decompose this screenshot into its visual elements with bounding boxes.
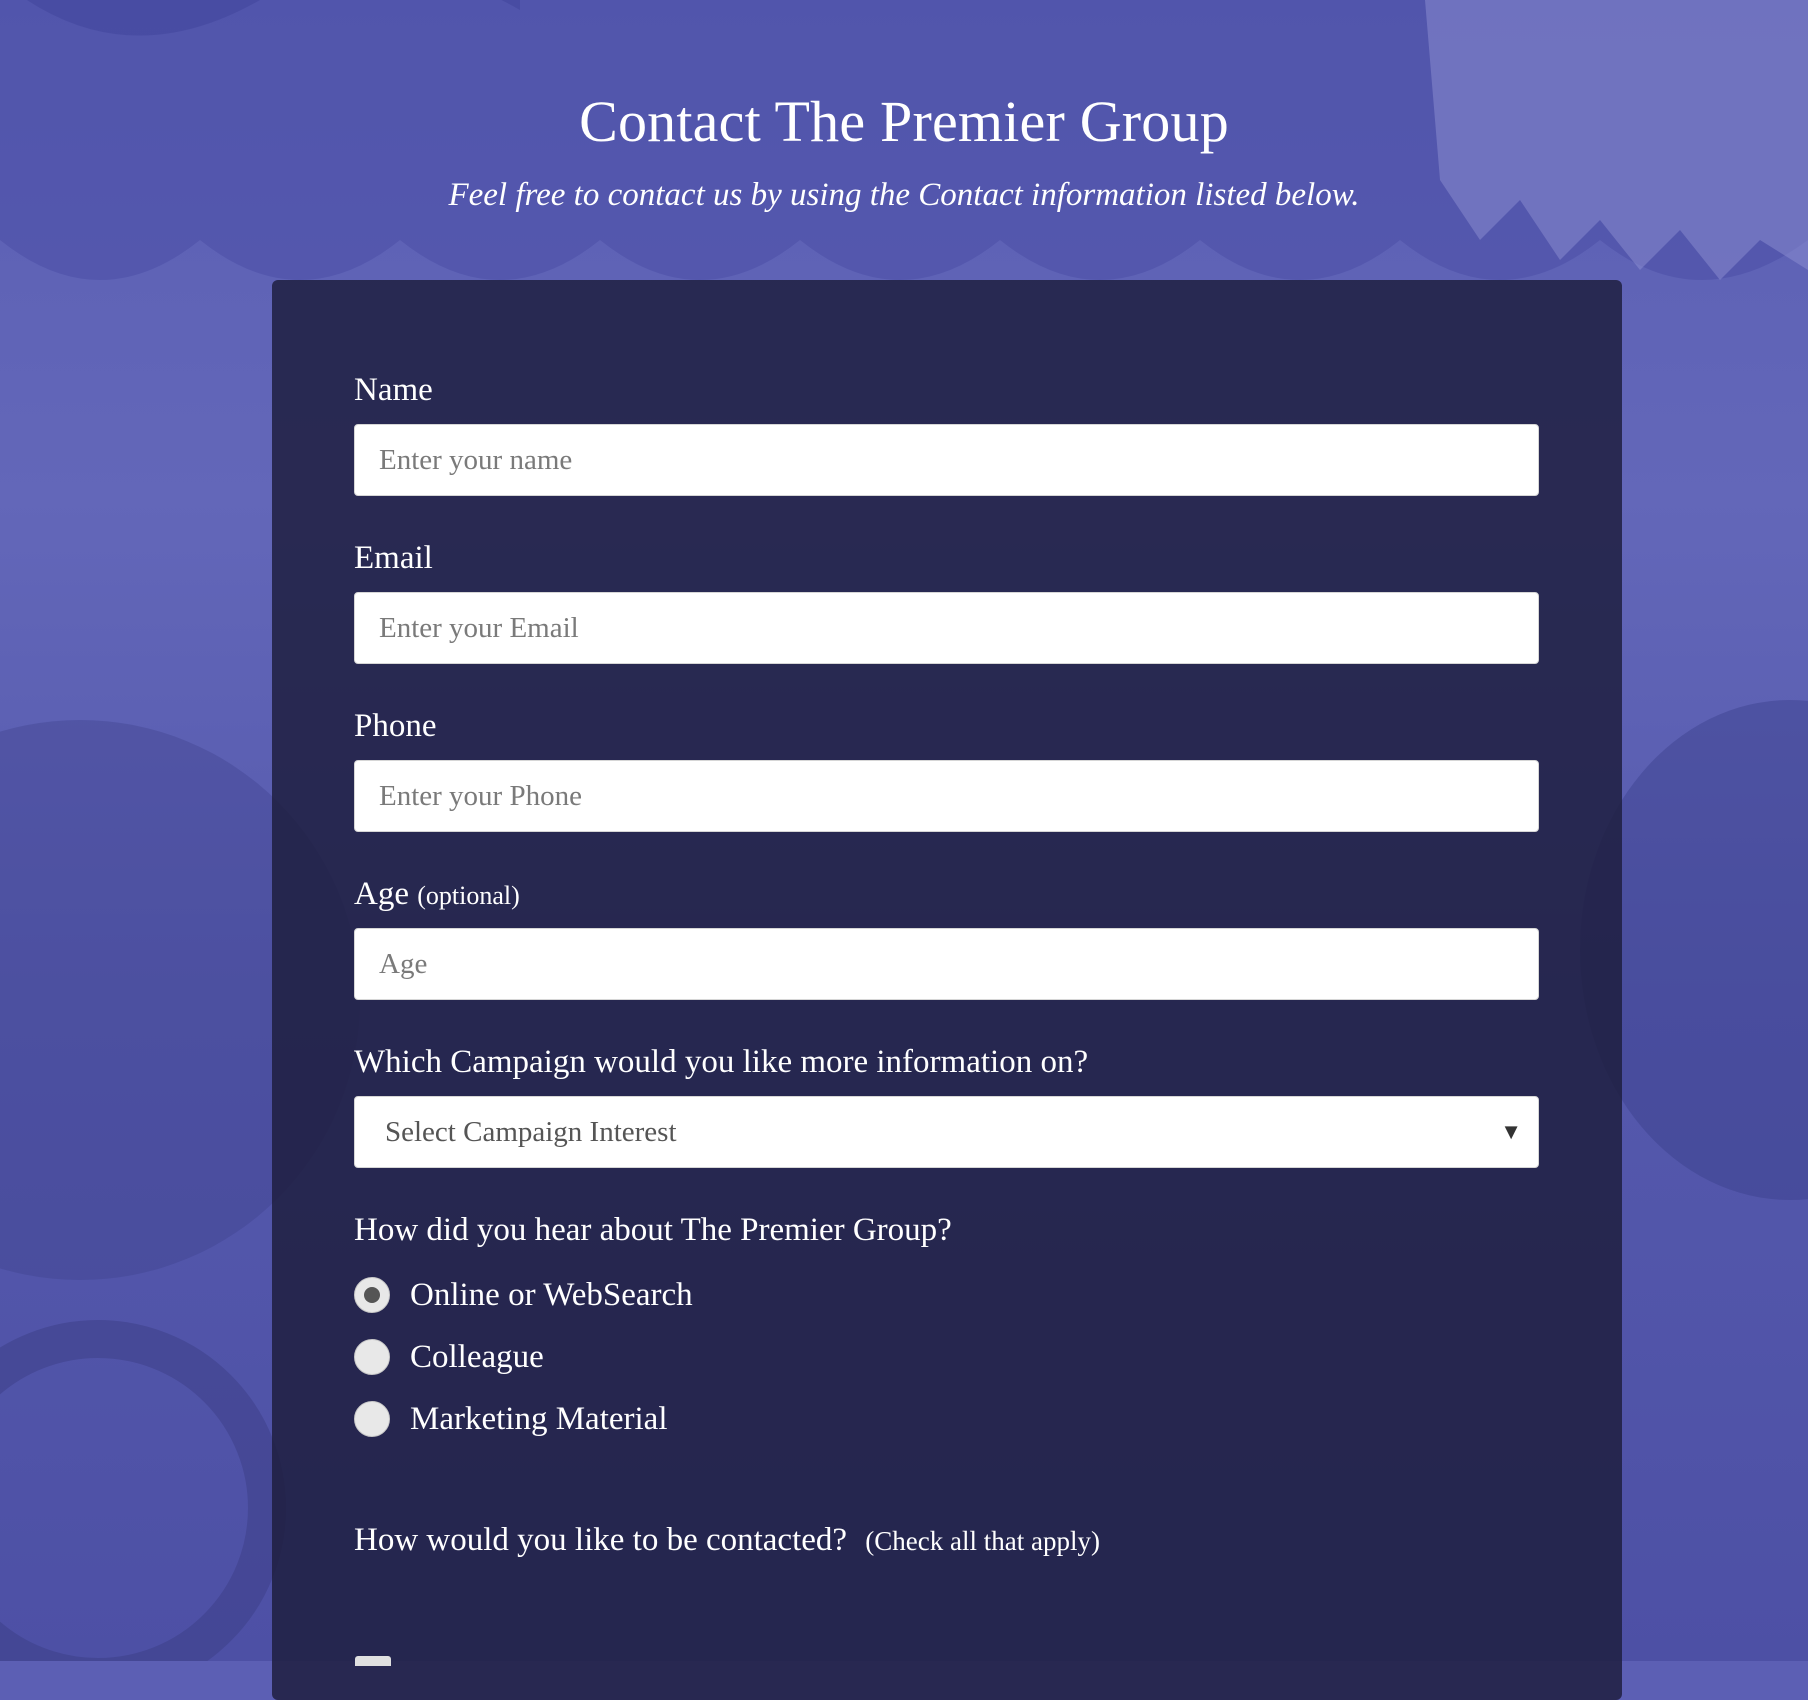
campaign-select[interactable]: Select Campaign Interest ▼ <box>354 1096 1539 1168</box>
email-field-group: Email <box>354 538 1539 664</box>
contact-form-card: Name Email Phone Age (optional) Which Ca… <box>272 280 1622 1700</box>
age-field-group: Age (optional) <box>354 874 1539 1000</box>
age-input[interactable] <box>354 928 1539 1000</box>
radio-label-online: Online or WebSearch <box>410 1276 693 1313</box>
name-field-group: Name <box>354 370 1539 496</box>
chevron-down-icon: ▼ <box>1500 1119 1522 1144</box>
radio-button-online[interactable] <box>354 1277 390 1313</box>
name-input[interactable] <box>354 424 1539 496</box>
radio-button-colleague[interactable] <box>354 1339 390 1375</box>
campaign-select-value: Select Campaign Interest <box>385 1116 677 1148</box>
contact-method-checkbox[interactable] <box>355 1656 391 1666</box>
phone-input[interactable] <box>354 760 1539 832</box>
radio-button-marketing[interactable] <box>354 1401 390 1437</box>
page-subtitle: Feel free to contact us by using the Con… <box>448 177 1360 213</box>
page-header: Contact The Premier Group Feel free to c… <box>0 88 1808 214</box>
campaign-label: Which Campaign would you like more infor… <box>354 1044 1089 1080</box>
age-label-text: Age <box>354 876 409 912</box>
radio-option-colleague[interactable]: Colleague <box>354 1326 1539 1388</box>
phone-field-group: Phone <box>354 706 1539 832</box>
age-label: Age (optional) <box>354 874 1539 914</box>
email-label: Email <box>354 540 433 576</box>
contact-form: Name Email Phone Age (optional) Which Ca… <box>354 370 1539 1574</box>
contact-method-note: (Check all that apply) <box>865 1526 1100 1556</box>
source-radio-group: How did you hear about The Premier Group… <box>354 1210 1539 1450</box>
radio-option-online[interactable]: Online or WebSearch <box>354 1264 1539 1326</box>
radio-label-marketing: Marketing Material <box>410 1400 668 1437</box>
radio-option-marketing[interactable]: Marketing Material <box>354 1388 1539 1450</box>
campaign-field-group: Which Campaign would you like more infor… <box>354 1042 1539 1168</box>
name-label: Name <box>354 372 433 408</box>
contact-method-label: How would you like to be contacted? <box>354 1522 848 1558</box>
page-title: Contact The Premier Group <box>579 89 1229 154</box>
car-wheel-graphic <box>0 1320 286 1661</box>
phone-label: Phone <box>354 708 437 744</box>
contact-method-question: How would you like to be contacted? (Che… <box>354 1520 1539 1560</box>
email-input[interactable] <box>354 592 1539 664</box>
radio-label-colleague: Colleague <box>410 1338 544 1375</box>
age-optional-note: (optional) <box>417 881 520 910</box>
source-question: How did you hear about The Premier Group… <box>354 1212 952 1248</box>
